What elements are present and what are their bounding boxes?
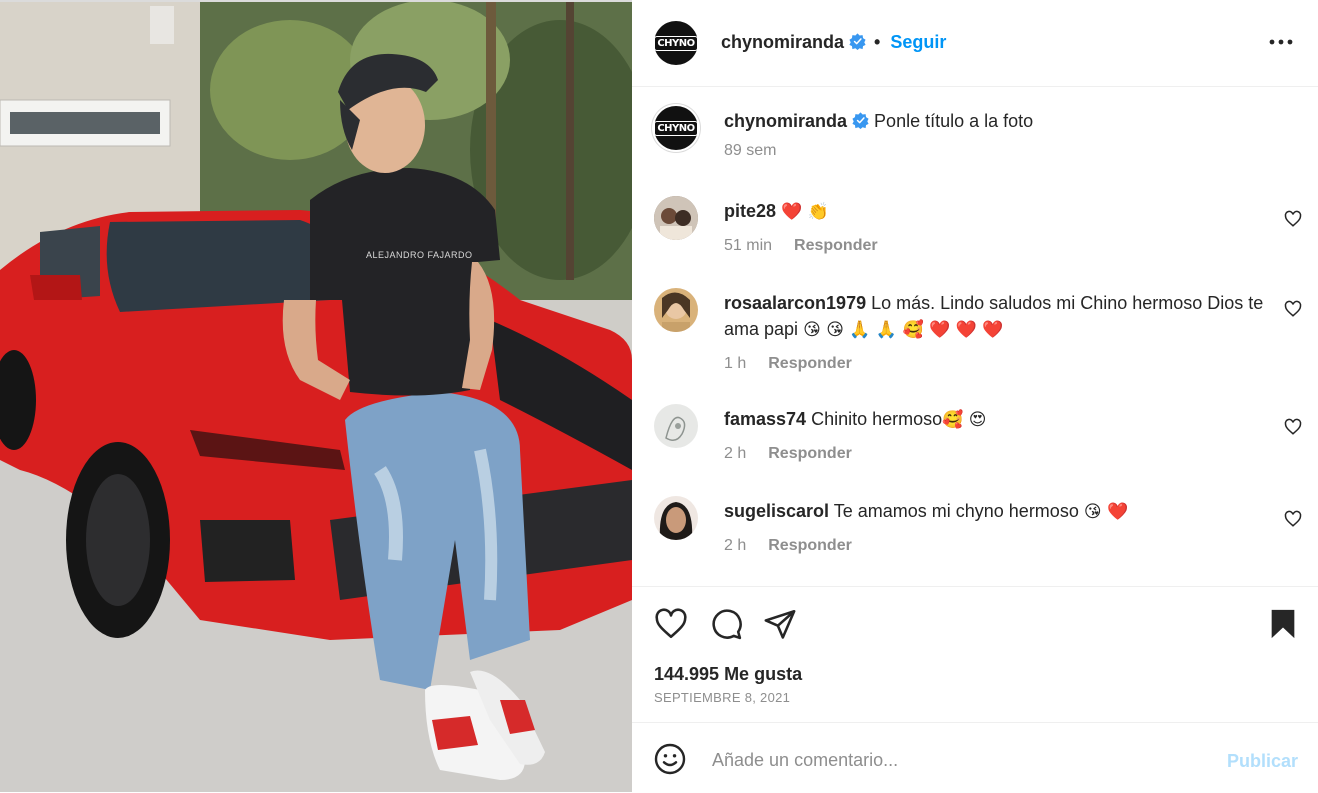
post-caption: CHYNO chynomiranda Ponle título a la fot… bbox=[632, 96, 1318, 176]
commenter-avatar[interactable] bbox=[654, 288, 698, 332]
comment-item: pite28 ❤️ 👏 51 min Responder bbox=[632, 186, 1318, 266]
separator-dot: • bbox=[874, 32, 881, 52]
comment-item: famass74 Chinito hermoso🥰 😍 2 h Responder bbox=[632, 394, 1318, 474]
emoji-icon[interactable] bbox=[654, 743, 686, 775]
commenter-avatar[interactable] bbox=[654, 496, 698, 540]
comment-time: 2 h bbox=[724, 445, 747, 462]
comment-composer: Publicar bbox=[632, 722, 1318, 793]
comment-like-heart-icon[interactable] bbox=[1284, 210, 1302, 228]
commenter-photo bbox=[654, 288, 698, 332]
post-image: ALEJANDRO FAJARDO bbox=[0, 0, 632, 792]
post-header: CHYNO chynomiranda • Seguir bbox=[632, 2, 1318, 87]
shirt-print: ALEJANDRO FAJARDO bbox=[366, 250, 473, 260]
reply-button[interactable]: Responder bbox=[794, 237, 878, 254]
comment-meta: 2 h Responder bbox=[724, 533, 1274, 559]
comment-body: famass74 Chinito hermoso🥰 😍 2 h Responder bbox=[724, 406, 1274, 467]
comment-meta: 51 min Responder bbox=[724, 233, 1274, 259]
paper-plane-icon[interactable] bbox=[763, 607, 797, 641]
more-horizontal-icon[interactable] bbox=[1268, 32, 1294, 52]
commenter-photo bbox=[654, 196, 698, 240]
post-actions bbox=[632, 586, 1318, 640]
comment-emoji: 😘 ❤️ bbox=[1083, 502, 1129, 522]
comment-emoji: 🥰 😍 bbox=[942, 410, 987, 430]
comment-item: rosaalarcon1979 Lo más. Lindo saludos mi… bbox=[632, 278, 1318, 378]
author-username[interactable]: chynomiranda bbox=[721, 32, 844, 52]
follow-button[interactable]: Seguir bbox=[890, 32, 946, 52]
comment-text: Te amamos mi chyno hermoso bbox=[833, 501, 1079, 521]
caption-body: chynomiranda Ponle título a la foto 89 s… bbox=[724, 108, 1274, 164]
comment-like-heart-icon[interactable] bbox=[1284, 418, 1302, 436]
comment-like-heart-icon[interactable] bbox=[1284, 510, 1302, 528]
publish-button[interactable]: Publicar bbox=[1227, 751, 1298, 772]
comment-username[interactable]: sugeliscarol bbox=[724, 501, 829, 521]
comment-meta: 1 h Responder bbox=[724, 351, 1274, 377]
comment-body: sugeliscarol Te amamos mi chyno hermoso … bbox=[724, 498, 1274, 559]
comment-time: 51 min bbox=[724, 237, 773, 254]
comment-body: rosaalarcon1979 Lo más. Lindo saludos mi… bbox=[724, 290, 1274, 377]
commenter-avatar[interactable] bbox=[654, 404, 698, 448]
comment-emoji: ❤️ 👏 bbox=[781, 202, 829, 222]
commenter-photo bbox=[654, 496, 698, 540]
caption-author-avatar[interactable]: CHYNO bbox=[654, 106, 698, 150]
reply-button[interactable]: Responder bbox=[768, 537, 852, 554]
commenter-photo bbox=[654, 404, 698, 448]
post-date: SEPTIEMBRE 8, 2021 bbox=[654, 690, 791, 705]
comment-meta: 2 h Responder bbox=[724, 441, 1274, 467]
comment-time: 1 h bbox=[724, 355, 747, 372]
caption-username[interactable]: chynomiranda bbox=[724, 111, 847, 131]
caption-time: 89 sem bbox=[724, 142, 777, 159]
reply-button[interactable]: Responder bbox=[768, 445, 852, 462]
logo-text: CHYNO bbox=[654, 120, 698, 136]
post-details-panel: CHYNO chynomiranda • Seguir CHYNO chynomir… bbox=[632, 0, 1318, 792]
post-photo[interactable]: ALEJANDRO FAJARDO bbox=[0, 0, 632, 792]
comment-username[interactable]: rosaalarcon1979 bbox=[724, 293, 866, 313]
comment-item: sugeliscarol Te amamos mi chyno hermoso … bbox=[632, 486, 1318, 566]
caption-text: Ponle título a la foto bbox=[874, 111, 1034, 131]
comment-input[interactable] bbox=[710, 741, 1194, 779]
likes-count[interactable]: 144.995 Me gusta bbox=[654, 664, 802, 685]
comment-emoji: 😘 😘 🙏 🙏 🥰 ❤️ ❤️ ❤️ bbox=[803, 320, 1004, 340]
comment-text: Chinito hermoso bbox=[811, 409, 943, 429]
comment-time: 2 h bbox=[724, 537, 747, 554]
author-line: chynomiranda • Seguir bbox=[721, 32, 946, 53]
bookmark-icon[interactable] bbox=[1266, 607, 1300, 641]
author-avatar[interactable]: CHYNO bbox=[654, 21, 698, 65]
comment-username[interactable]: famass74 bbox=[724, 409, 806, 429]
verified-badge-icon bbox=[852, 112, 869, 129]
comment-icon[interactable] bbox=[709, 607, 743, 641]
logo-text: CHYNO bbox=[654, 35, 698, 51]
comment-body: pite28 ❤️ 👏 51 min Responder bbox=[724, 198, 1274, 259]
reply-button[interactable]: Responder bbox=[768, 355, 852, 372]
commenter-avatar[interactable] bbox=[654, 196, 698, 240]
comment-like-heart-icon[interactable] bbox=[1284, 300, 1302, 318]
comment-username[interactable]: pite28 bbox=[724, 201, 776, 221]
heart-icon[interactable] bbox=[654, 607, 688, 641]
verified-badge-icon bbox=[849, 33, 866, 50]
